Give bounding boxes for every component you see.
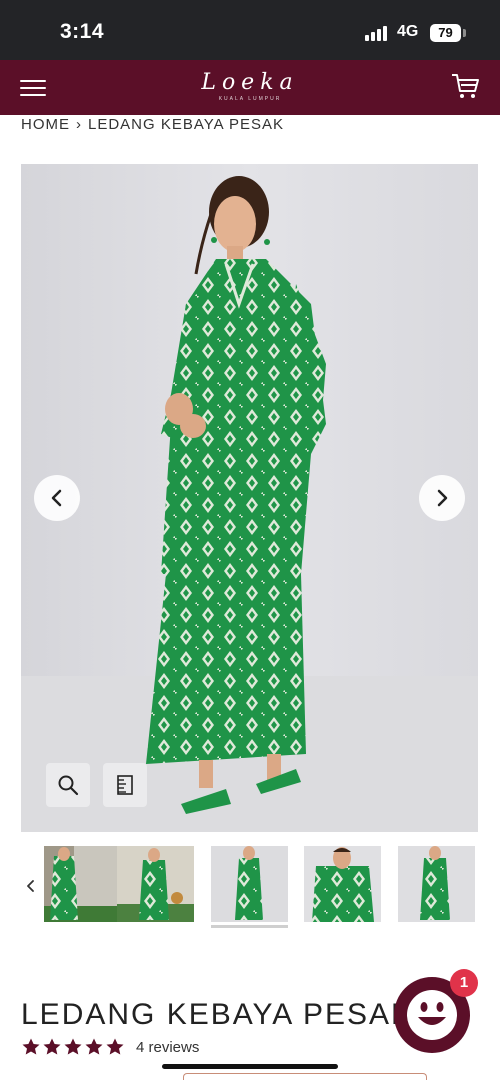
brand-name: Loeka — [201, 70, 299, 95]
gallery-next-button[interactable] — [419, 475, 465, 521]
signal-icon — [365, 25, 391, 41]
product-title: LEDANG KEBAYA PESAK — [21, 998, 414, 1031]
thumbnail-3[interactable] — [211, 846, 288, 922]
star-icon — [84, 1037, 104, 1057]
breadcrumb-home-link[interactable]: HOME — [21, 116, 70, 133]
chevron-left-icon — [51, 489, 62, 507]
zoom-button[interactable] — [46, 763, 90, 807]
star-icon — [105, 1037, 125, 1057]
cart-icon[interactable] — [450, 71, 480, 101]
brand-logo[interactable]: Loeka KUALA LUMPUR — [180, 70, 320, 106]
home-indicator — [162, 1064, 338, 1069]
rating-stars[interactable] — [21, 1037, 125, 1057]
product-main-image[interactable] — [21, 164, 478, 832]
thumbnail-5[interactable] — [398, 846, 475, 922]
size-chart-button[interactable] — [103, 763, 147, 807]
chat-notification-badge: 1 — [450, 969, 478, 997]
status-bar: 3:14 4G 79 — [0, 0, 500, 60]
thumbnail-active-indicator — [211, 925, 288, 928]
site-header: Loeka KUALA LUMPUR — [0, 60, 500, 115]
partial-button-edge[interactable] — [183, 1073, 427, 1080]
breadcrumb: HOME › LEDANG KEBAYA PESAK — [21, 116, 284, 133]
search-icon — [58, 775, 79, 796]
network-label: 4G — [397, 23, 419, 40]
breadcrumb-current: LEDANG KEBAYA PESAK — [88, 116, 285, 133]
size-chart-icon — [117, 775, 133, 795]
thumbnail-1[interactable] — [44, 846, 121, 922]
thumbnail-2[interactable] — [117, 846, 194, 922]
battery-tip — [463, 29, 466, 37]
status-time: 3:14 — [60, 20, 105, 43]
breadcrumb-separator: › — [76, 116, 82, 133]
star-icon — [42, 1037, 62, 1057]
battery-icon: 79 — [430, 24, 461, 42]
brand-tagline: KUALA LUMPUR — [218, 96, 282, 102]
thumbnails-prev-button[interactable] — [21, 876, 41, 896]
star-icon — [21, 1037, 41, 1057]
gallery-prev-button[interactable] — [34, 475, 80, 521]
chevron-right-icon — [437, 489, 448, 507]
thumbnail-4[interactable] — [304, 846, 381, 922]
star-icon — [63, 1037, 83, 1057]
reviews-count-link[interactable]: 4 reviews — [136, 1039, 199, 1056]
hamburger-icon[interactable] — [20, 78, 46, 98]
